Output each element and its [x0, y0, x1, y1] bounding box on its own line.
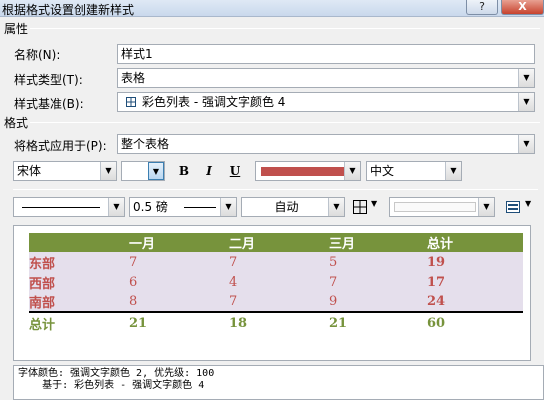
header-cell: 总计: [427, 233, 523, 252]
language-value: 中文: [370, 164, 395, 178]
chevron-down-icon[interactable]: ▼: [328, 198, 344, 216]
style-description: 字体颜色: 强调文字颜色 2, 优先级: 100 基于: 彩色列表 - 强调文字…: [13, 365, 544, 400]
total-row: 总计 21 18 21 60: [29, 312, 523, 334]
table-cell: 8: [129, 292, 229, 313]
border-width-value: 0.5 磅: [133, 200, 168, 214]
row-total-cell: 24: [427, 292, 523, 313]
chevron-down-icon[interactable]: ▼: [371, 199, 377, 208]
row-header: 西部: [29, 272, 129, 292]
toolbar-divider: [13, 189, 538, 190]
table-grid-icon: [126, 97, 136, 107]
total-cell: 18: [229, 316, 248, 331]
style-base-value: 彩色列表 - 强调文字颜色 4: [142, 95, 286, 109]
chevron-down-icon[interactable]: ▼: [445, 162, 461, 180]
header-cell: 一月: [129, 233, 229, 252]
font-color-select[interactable]: ▼: [255, 161, 361, 181]
table-cell: 9: [329, 292, 427, 313]
underline-button[interactable]: U: [225, 161, 245, 181]
chevron-down-icon[interactable]: ▼: [220, 198, 236, 216]
table-cell: 7: [129, 252, 229, 272]
borders-icon: [353, 200, 367, 214]
chevron-down-icon[interactable]: ▼: [344, 162, 360, 180]
shading-select[interactable]: ▼: [389, 197, 495, 217]
properties-section-label: 属性: [4, 22, 29, 36]
table-preview: 一月 二月 三月 总计 东部 7 7 5 19 西部 6 4 7 17 南部 8…: [13, 225, 531, 361]
header-cell: [29, 233, 129, 252]
style-type-label: 样式类型(T):: [14, 73, 83, 87]
close-button[interactable]: X: [501, 0, 544, 15]
language-select[interactable]: 中文 ▼: [366, 161, 462, 181]
chevron-down-icon[interactable]: ▼: [478, 198, 494, 216]
style-base-select[interactable]: 彩色列表 - 强调文字颜色 4 ▼: [117, 92, 535, 112]
font-size-select[interactable]: ▼: [121, 161, 165, 181]
properties-divider: [30, 28, 540, 29]
table-cell: 6: [129, 272, 229, 292]
chevron-down-icon[interactable]: ▼: [148, 162, 164, 180]
apply-to-value: 整个表格: [121, 137, 170, 151]
table-row: 西部 6 4 7 17: [29, 272, 523, 292]
font-name-select[interactable]: 宋体 ▼: [13, 161, 117, 181]
row-header: 南部: [29, 292, 129, 313]
chevron-down-icon[interactable]: ▼: [100, 162, 116, 180]
style-type-value: 表格: [121, 71, 146, 85]
table-cell: 7: [329, 272, 427, 292]
apply-to-select[interactable]: 整个表格 ▼: [117, 134, 535, 154]
preview-table: 一月 二月 三月 总计 东部 7 7 5 19 西部 6 4 7 17 南部 8…: [29, 233, 523, 334]
format-divider: [30, 122, 540, 123]
total-cell: 21: [329, 316, 348, 331]
shading-options-button[interactable]: ▼: [504, 197, 538, 217]
row-total-cell: 19: [427, 252, 523, 272]
name-field[interactable]: 样式1: [117, 44, 535, 64]
table-row: 南部 8 7 9 24: [29, 292, 523, 313]
table-row: 东部 7 7 5 19: [29, 252, 523, 272]
header-row: 一月 二月 三月 总计: [29, 233, 523, 252]
apply-to-label: 将格式应用于(P):: [14, 139, 107, 153]
border-color-value: 自动: [274, 200, 299, 214]
chevron-down-icon[interactable]: ▼: [518, 93, 534, 111]
shading-icon: [506, 201, 520, 213]
total-row-header: 总计: [29, 318, 56, 333]
row-header: 东部: [29, 252, 129, 272]
chevron-down-icon[interactable]: ▼: [525, 199, 531, 208]
header-cell: 二月: [229, 233, 329, 252]
table-cell: 7: [229, 252, 329, 272]
border-style-select[interactable]: ▼: [13, 197, 125, 217]
border-width-select[interactable]: 0.5 磅 ▼: [129, 197, 237, 217]
window-title: 根据格式设置创建新样式: [2, 3, 135, 17]
italic-button[interactable]: I: [199, 161, 219, 181]
chevron-down-icon[interactable]: ▼: [518, 135, 534, 153]
table-cell: 5: [329, 252, 427, 272]
font-color-swatch: [261, 167, 350, 176]
row-total-cell: 17: [427, 272, 523, 292]
table-cell: 7: [229, 292, 329, 313]
solid-line-icon: [22, 207, 100, 208]
description-line-1: 字体颜色: 强调文字颜色 2, 优先级: 100: [18, 368, 215, 379]
header-cell: 三月: [329, 233, 427, 252]
style-base-label: 样式基准(B):: [14, 97, 84, 111]
format-section-label: 格式: [4, 116, 29, 130]
name-label: 名称(N):: [14, 48, 61, 62]
shading-swatch: [394, 202, 476, 212]
style-type-select[interactable]: 表格 ▼: [117, 68, 535, 88]
help-button[interactable]: ?: [466, 0, 498, 15]
chevron-down-icon[interactable]: ▼: [518, 69, 534, 87]
grand-total-cell: 60: [427, 316, 446, 331]
title-bar: 根据格式设置创建新样式 ? X: [0, 0, 544, 17]
table-cell: 4: [229, 272, 329, 292]
chevron-down-icon[interactable]: ▼: [108, 198, 124, 216]
bold-button[interactable]: B: [174, 161, 194, 181]
border-color-select[interactable]: 自动 ▼: [241, 197, 345, 217]
borders-button[interactable]: ▼: [351, 197, 383, 217]
solid-line-icon: [184, 207, 216, 208]
description-line-2: 基于: 彩色列表 - 强调文字颜色 4: [18, 380, 205, 391]
font-name-value: 宋体: [17, 164, 42, 178]
total-cell: 21: [129, 316, 148, 331]
